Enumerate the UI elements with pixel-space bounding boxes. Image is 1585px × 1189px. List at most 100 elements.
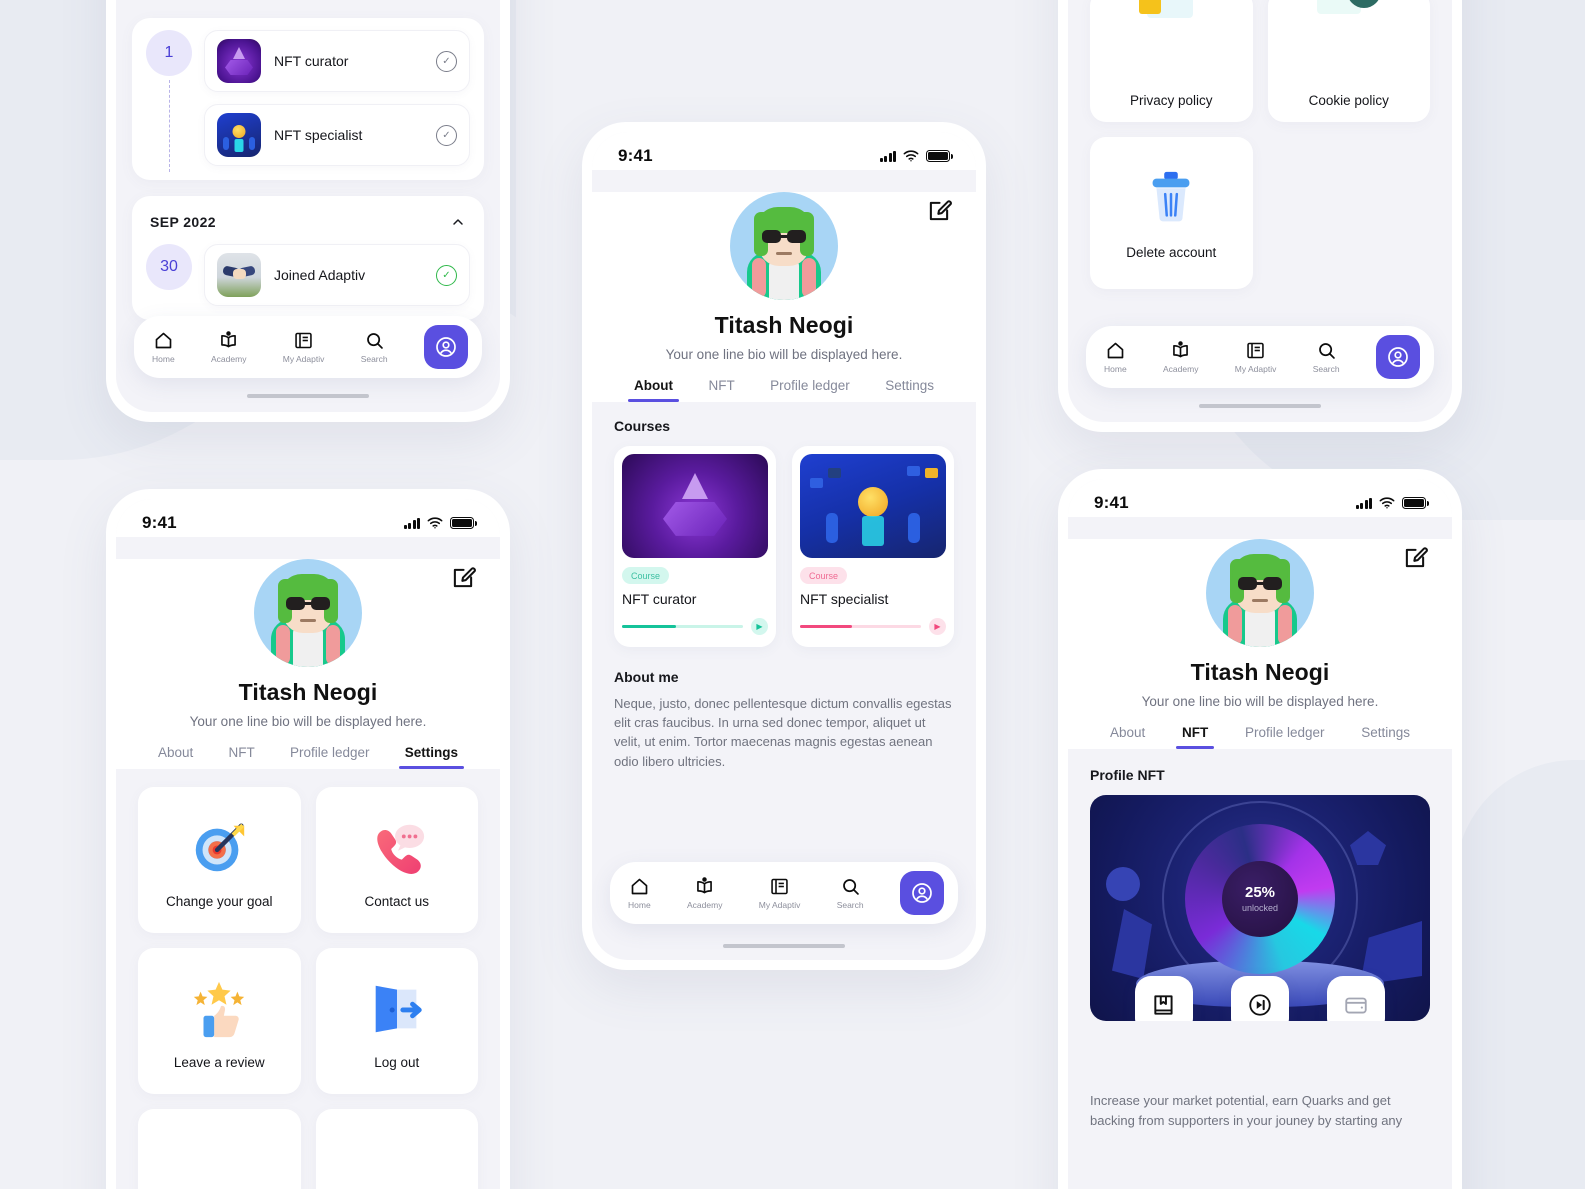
tab-profile-ledger[interactable]: Profile ledger xyxy=(770,378,850,402)
tab-nft[interactable]: NFT xyxy=(1175,725,1215,749)
status-icons xyxy=(403,517,477,529)
trash-bin-icon xyxy=(1140,166,1202,233)
nav-label: Academy xyxy=(211,354,247,364)
nav-item-home[interactable]: Home xyxy=(152,330,175,364)
ledger-item-label: NFT curator xyxy=(274,53,349,69)
settings-card-contact-us[interactable]: Contact us xyxy=(315,787,478,933)
play-icon[interactable]: ▶ xyxy=(751,618,768,635)
home-icon xyxy=(631,878,648,895)
edit-pencil-icon[interactable] xyxy=(450,565,476,591)
nav-item-my-adaptiv[interactable]: My Adaptiv xyxy=(283,330,324,364)
nav-item-search[interactable]: Search xyxy=(361,330,388,364)
nav-item-profile[interactable] xyxy=(1375,335,1420,379)
profile-bio: Your one line bio will be displayed here… xyxy=(665,347,903,362)
book-icon xyxy=(1173,341,1189,358)
nav-item-academy[interactable]: Academy xyxy=(1163,340,1198,374)
ledger-row[interactable]: 1 NFT curator ✓ NFT specialist ✓ xyxy=(146,30,470,172)
nav-item-profile[interactable] xyxy=(899,871,944,915)
settings-card-label: Log out xyxy=(374,1054,420,1070)
wallet-icon xyxy=(1345,997,1367,1014)
play-icon[interactable]: ▶ xyxy=(929,618,946,635)
nft-action-mint[interactable]: Mint NFT xyxy=(1317,976,1395,1021)
about-content: Courses Course NFT curator ▶ Course NFT … xyxy=(592,402,976,771)
nav-item-academy[interactable]: Academy xyxy=(211,330,246,364)
nft-actions: Learn about Profile NFT Continue Mint NF… xyxy=(1090,976,1430,1021)
ledger-day: 30 xyxy=(146,244,192,290)
settings-card-extra-right[interactable] xyxy=(315,1109,478,1189)
check-circle-icon: ✓ xyxy=(436,264,457,286)
nav-item-home[interactable]: Home xyxy=(1104,340,1127,374)
courses-list: Course NFT curator ▶ Course NFT speciali… xyxy=(614,446,954,647)
thumbs-up-stars-icon xyxy=(183,973,255,1045)
tab-settings[interactable]: Settings xyxy=(398,745,465,769)
home-icon xyxy=(1107,342,1124,359)
ledger-section-sep2022: SEP 2022 30 Joined Adaptiv ✓ xyxy=(132,196,484,320)
course-badge: Course xyxy=(622,567,670,584)
nav-item-my-adaptiv[interactable]: My Adaptiv xyxy=(1235,340,1276,374)
nav-item-home[interactable]: Home xyxy=(628,876,651,910)
course-card-nft-specialist[interactable]: Course NFT specialist ▶ xyxy=(792,446,954,647)
tab-about[interactable]: About xyxy=(1110,725,1145,749)
nft-description: Increase your market potential, earn Qua… xyxy=(1090,1093,1403,1128)
settings-card-log-out[interactable]: Log out xyxy=(315,948,478,1094)
tab-profile-ledger[interactable]: Profile ledger xyxy=(290,745,370,769)
profile-header: Titash Neogi Your one line bio will be d… xyxy=(592,192,976,402)
book-icon xyxy=(697,877,713,894)
ledger-item[interactable]: NFT specialist ✓ xyxy=(204,104,470,166)
list-icon xyxy=(1247,342,1264,359)
ledger-section-header[interactable]: SEP 2022 xyxy=(146,196,470,244)
tab-about[interactable]: About xyxy=(158,745,193,769)
nav-item-search[interactable]: Search xyxy=(837,876,864,910)
edit-pencil-icon[interactable] xyxy=(1402,545,1428,571)
ledger-item-label: NFT specialist xyxy=(274,127,363,143)
nav-item-search[interactable]: Search xyxy=(1313,340,1340,374)
tab-profile-ledger[interactable]: Profile ledger xyxy=(1245,725,1325,749)
settings-card-change-goal[interactable]: Change your goal xyxy=(138,787,301,933)
cookie-shield-icon xyxy=(1311,0,1387,42)
policy-card-privacy[interactable]: Privacy policy xyxy=(1090,0,1253,122)
home-indicator xyxy=(247,394,369,398)
policy-card-delete-account[interactable]: Delete account xyxy=(1090,137,1253,289)
tab-nft[interactable]: NFT xyxy=(708,378,734,402)
nav-item-my-adaptiv[interactable]: My Adaptiv xyxy=(759,876,800,910)
bottom-navigation: Home Academy My Adaptiv Search xyxy=(610,862,958,924)
page-title: Titash Neogi xyxy=(1190,659,1330,685)
course-card-nft-curator[interactable]: Course NFT curator ▶ xyxy=(614,446,776,647)
phone-policies: Privacy policy Cookie policy Delete acco… xyxy=(1058,0,1462,432)
progress-track xyxy=(622,625,743,628)
nav-label: Academy xyxy=(1163,364,1199,374)
policy-card-label: Cookie policy xyxy=(1308,93,1389,108)
screen-policies: Privacy policy Cookie policy Delete acco… xyxy=(1068,0,1452,422)
nft-action-learn[interactable]: Learn about Profile NFT xyxy=(1125,976,1203,1021)
signal-icon xyxy=(403,517,420,529)
progress-track xyxy=(800,625,921,628)
tab-nft[interactable]: NFT xyxy=(229,745,255,769)
about-me-text: Neque, justo, donec pellentesque dictum … xyxy=(614,696,952,769)
nav-item-academy[interactable]: Academy xyxy=(687,876,722,910)
screen-about: 9:41 Titash Neogi Your one line bio will… xyxy=(592,132,976,960)
policy-card-cookie[interactable]: Cookie policy xyxy=(1267,0,1430,122)
ledger-section-current: 1 NFT curator ✓ NFT specialist ✓ xyxy=(132,18,484,180)
tab-settings[interactable]: Settings xyxy=(885,378,934,402)
ledger-item[interactable]: Joined Adaptiv ✓ xyxy=(204,244,470,306)
status-icons xyxy=(879,150,953,162)
profile-tabs: About NFT Profile ledger Settings xyxy=(614,362,954,402)
phone-nft: 9:41 Titash Neogi Your one line bio will… xyxy=(1058,469,1462,1189)
tab-settings[interactable]: Settings xyxy=(1361,725,1410,749)
page-title: Titash Neogi xyxy=(238,679,378,705)
signal-icon xyxy=(1355,497,1372,509)
nft-progress-center: 25% unlocked xyxy=(1222,860,1298,937)
signal-icon xyxy=(879,150,896,162)
settings-card-leave-review[interactable]: Leave a review xyxy=(138,948,301,1094)
edit-pencil-icon[interactable] xyxy=(926,198,952,224)
course-progress: ▶ xyxy=(800,618,946,635)
chevron-up-icon[interactable] xyxy=(450,214,466,230)
policy-card-label: Delete account xyxy=(1126,245,1217,260)
tab-about[interactable]: About xyxy=(628,378,679,402)
nft-action-continue[interactable]: Continue xyxy=(1221,976,1299,1021)
nav-item-profile[interactable] xyxy=(423,325,468,369)
settings-card-extra-left[interactable] xyxy=(138,1109,301,1189)
ledger-row[interactable]: 30 Joined Adaptiv ✓ xyxy=(146,244,470,306)
course-progress: ▶ xyxy=(622,618,768,635)
ledger-item[interactable]: NFT curator ✓ xyxy=(204,30,470,92)
